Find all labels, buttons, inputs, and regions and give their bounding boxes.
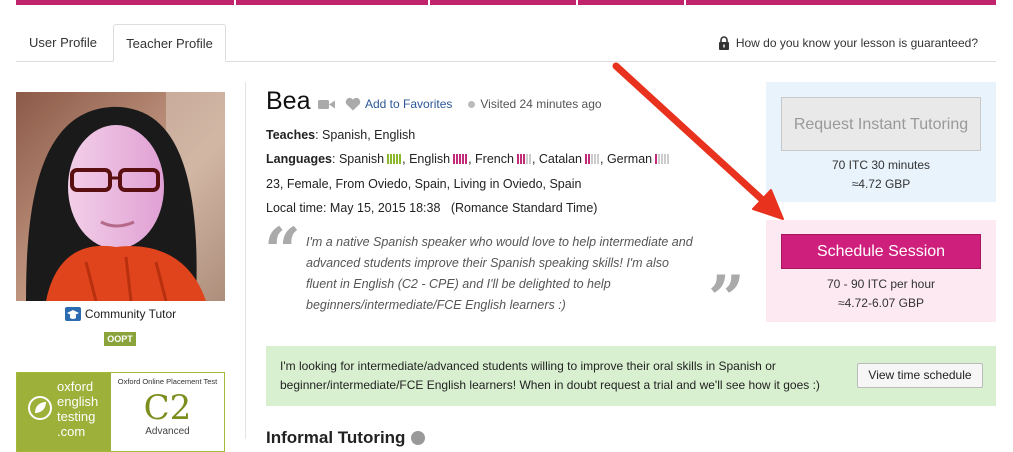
column-divider [245, 82, 246, 439]
request-instant-tutoring-button[interactable]: Request Instant Tutoring [781, 97, 981, 151]
language-item: French, [475, 152, 539, 166]
schedule-session-panel: Schedule Session 70 - 90 ITC per hour ≈4… [766, 220, 996, 322]
status-dot-icon [468, 100, 476, 108]
instant-tutoring-panel: Request Instant Tutoring 70 ITC 30 minut… [766, 82, 996, 202]
proficiency-bars-icon [585, 154, 599, 164]
tutor-photo [16, 92, 225, 301]
oxford-result: Oxford Online Placement Test C2 Advanced [111, 373, 224, 451]
informal-tutoring-heading: Informal Tutoring [266, 428, 426, 448]
languages-row: Languages: Spanish, English, French, Cat… [266, 152, 670, 166]
informal-tutoring-title: Informal Tutoring [266, 428, 406, 447]
teaches-row: Teaches: Spanish, English [266, 128, 415, 142]
language-name: English [409, 152, 451, 166]
local-time: Local time: May 15, 2015 18:38 [266, 201, 441, 215]
add-to-favorites-link[interactable]: Add to Favorites [345, 97, 452, 111]
schedule-session-button[interactable]: Schedule Session [781, 234, 981, 269]
community-tutor-text: Community Tutor [84, 307, 177, 321]
language-name: French [475, 152, 514, 166]
oxford-level-label: Advanced [145, 426, 190, 437]
teaches-value: : Spanish, English [315, 128, 416, 142]
language-name: Catalan [538, 152, 582, 166]
instant-price: 70 ITC 30 minutes [831, 158, 931, 172]
language-name: Spanish [338, 152, 385, 166]
oxford-level: C2 [143, 388, 192, 428]
tab-user-profile[interactable]: User Profile [16, 24, 110, 62]
local-time-row: Local time: May 15, 2015 18:38 (Romance … [266, 201, 597, 215]
language-item: German [607, 152, 670, 166]
video-camera-icon [318, 99, 335, 109]
language-name: German [606, 152, 653, 166]
tab-teacher-profile[interactable]: Teacher Profile [113, 24, 226, 62]
profile-header-actions: Add to Favorites Visited 24 minutes ago [318, 97, 602, 111]
availability-notice: I'm looking for intermediate/advanced st… [266, 346, 996, 406]
close-quote-icon: ” [708, 262, 745, 337]
last-visited-text: Visited 24 minutes ago [480, 97, 602, 111]
oxford-logo: oxford english testing .com [17, 373, 111, 451]
help-icon[interactable] [411, 431, 426, 445]
proficiency-bars-icon [453, 154, 468, 164]
oxford-test-name: Oxford Online Placement Test [117, 377, 218, 386]
oxford-logo-text: oxford english testing .com [57, 379, 99, 439]
guarantee-link-label: How do you know your lesson is guarantee… [735, 36, 978, 50]
tutor-bio: I'm a native Spanish speaker who would l… [306, 235, 693, 312]
proficiency-bars-icon [516, 154, 531, 164]
guarantee-link[interactable]: How do you know your lesson is guarantee… [718, 24, 978, 62]
proficiency-bars-icon [655, 154, 670, 164]
last-visited: Visited 24 minutes ago [468, 97, 602, 111]
language-item: Catalan, [538, 152, 607, 166]
heart-icon [345, 97, 361, 111]
oxford-test-badge[interactable]: oxford english testing .com Oxford Onlin… [16, 372, 225, 452]
availability-notice-text: I'm looking for intermediate/advanced st… [280, 359, 820, 392]
add-to-favorites-label: Add to Favorites [365, 97, 453, 111]
language-item: English, [409, 152, 476, 166]
community-tutor-label: Community Tutor [16, 307, 225, 321]
schedule-price: 70 - 90 ITC per hour [826, 277, 936, 291]
languages-label: Languages [266, 152, 332, 166]
view-time-schedule-button[interactable]: View time schedule [857, 363, 983, 388]
graduation-cap-icon [64, 307, 81, 321]
schedule-converted-price: ≈4.72-6.07 GBP [838, 296, 924, 310]
lock-icon [718, 36, 729, 50]
timezone: (Romance Standard Time) [450, 201, 598, 215]
leaf-icon [28, 396, 52, 420]
top-nav-bar [16, 0, 996, 5]
instant-converted-price: ≈4.72 GBP [851, 177, 911, 191]
tutor-name: Bea [266, 87, 311, 115]
demographics: 23, Female, From Oviedo, Spain, Living i… [266, 177, 582, 191]
teaches-label: Teaches [266, 128, 316, 142]
language-item: Spanish, [338, 152, 410, 166]
profile-tabs: User Profile Teacher Profile How do you … [16, 24, 996, 62]
oopt-badge[interactable]: OOPT [104, 332, 136, 346]
open-quote-icon: “ [264, 214, 301, 289]
proficiency-bars-icon [387, 154, 402, 164]
